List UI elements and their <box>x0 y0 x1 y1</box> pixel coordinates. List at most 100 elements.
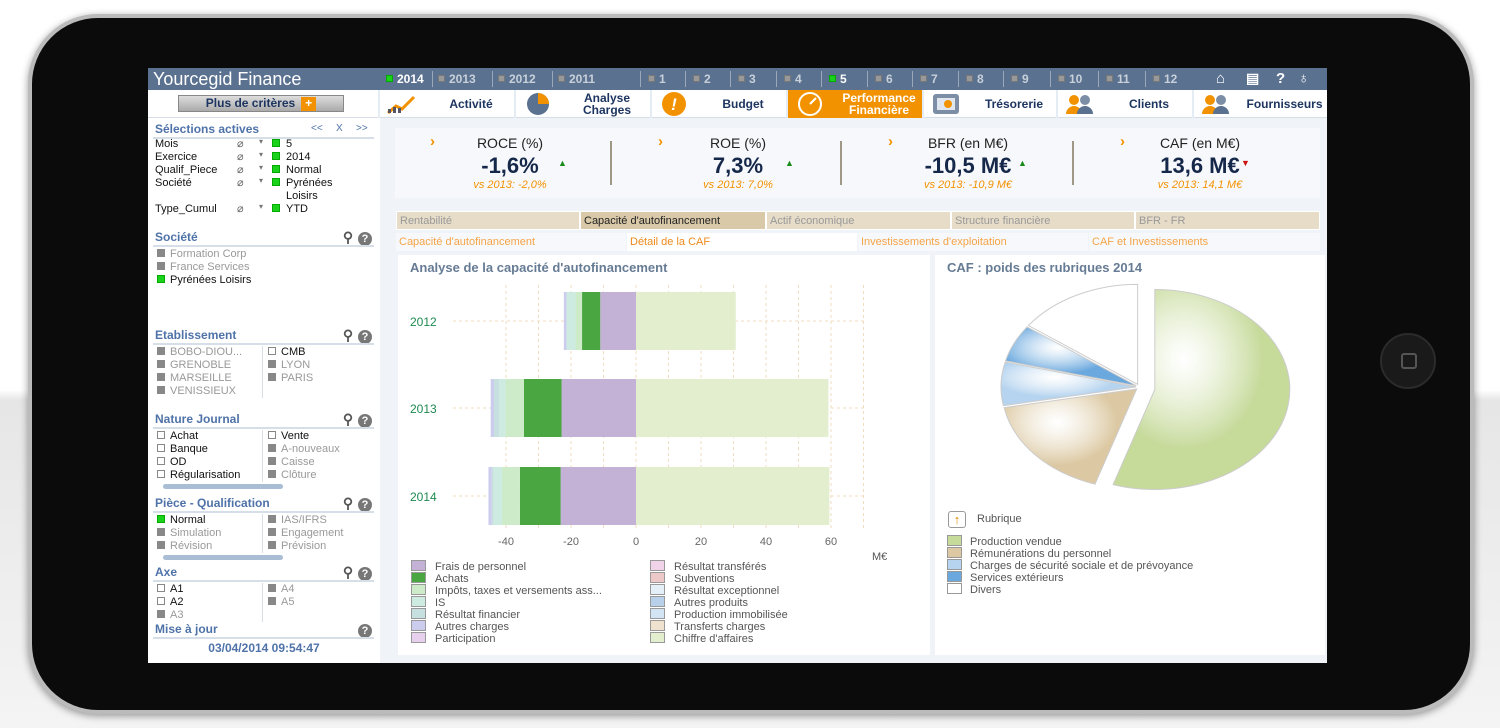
bar-segment[interactable] <box>490 379 494 437</box>
bar-segment[interactable] <box>493 467 503 525</box>
bar-segment[interactable] <box>561 379 636 437</box>
month-2[interactable]: 2 <box>693 72 711 86</box>
eraser-icon[interactable]: ⌀ <box>237 176 244 189</box>
nav-tab-activité[interactable]: Activité <box>378 90 514 118</box>
filter-item[interactable]: Normal <box>157 514 205 526</box>
eraser-icon[interactable]: ⌀ <box>237 202 244 215</box>
subtab-2[interactable]: Investissements d'exploitation <box>858 233 1088 251</box>
filter-item[interactable]: Prévision <box>268 540 326 552</box>
year-2011[interactable]: 2011 <box>558 72 595 86</box>
home-icon[interactable]: ⌂ <box>1216 70 1225 87</box>
scrollbar-thumb[interactable] <box>163 484 283 489</box>
dropdown-icon[interactable]: ▾ <box>259 163 263 172</box>
month-11[interactable]: 11 <box>1106 72 1130 86</box>
dropdown-icon[interactable]: ▾ <box>259 176 263 185</box>
eraser-icon[interactable]: ⌀ <box>237 163 244 176</box>
filter-item[interactable]: BOBO-DIOU... <box>157 346 242 358</box>
filter-item[interactable]: Clôture <box>268 469 316 481</box>
month-3[interactable]: 3 <box>738 72 756 86</box>
kpi-card[interactable]: › BFR (en M€) -10,5 M€ ▲ vs 2013: -10,9 M€ <box>853 128 1083 198</box>
document-icon[interactable]: ▤ <box>1246 70 1259 87</box>
month-12[interactable]: 12 <box>1153 72 1177 86</box>
tab-0[interactable]: Rentabilité <box>396 211 580 230</box>
month-7[interactable]: 7 <box>920 72 938 86</box>
subtab-0[interactable]: Capacité d'autofinancement <box>396 233 626 251</box>
filter-item[interactable]: VENISSIEUX <box>157 385 236 397</box>
bar-segment[interactable] <box>560 467 636 525</box>
bar-segment[interactable] <box>566 292 576 350</box>
tab-2[interactable]: Actif économique <box>766 211 951 230</box>
filter-item[interactable]: Formation Corp <box>157 248 246 260</box>
dropdown-icon[interactable]: ▾ <box>259 202 263 211</box>
filter-item[interactable]: Caisse <box>268 456 315 468</box>
nav-tab-fournisseurs[interactable]: Fournisseurs <box>1192 90 1327 118</box>
filter-item[interactable]: LYON <box>268 359 310 371</box>
bar-segment[interactable] <box>563 292 567 350</box>
subtab-1[interactable]: Détail de la CAF <box>627 233 857 251</box>
tablet-home-button[interactable] <box>1380 333 1436 389</box>
filter-item[interactable]: A1 <box>157 583 183 595</box>
dropdown-icon[interactable]: ▾ <box>259 150 263 159</box>
bar-segment[interactable] <box>519 467 561 525</box>
filter-item[interactable]: A3 <box>157 609 183 621</box>
filter-item[interactable]: A4 <box>268 583 294 595</box>
help-icon[interactable]: ? <box>358 232 372 246</box>
eraser-icon[interactable]: ⌀ <box>237 150 244 163</box>
filter-item[interactable]: Révision <box>157 540 212 552</box>
bar-segment[interactable] <box>636 467 830 525</box>
filter-item[interactable]: OD <box>157 456 187 468</box>
filter-item[interactable]: GRENOBLE <box>157 359 231 371</box>
drill-up-icon[interactable]: ↑ <box>948 511 966 528</box>
filter-item[interactable]: Vente <box>268 430 309 442</box>
filter-item[interactable]: Banque <box>157 443 208 455</box>
tab-3[interactable]: Structure financière <box>951 211 1135 230</box>
month-6[interactable]: 6 <box>875 72 893 86</box>
nav-tab-trésorerie[interactable]: Trésorerie <box>922 90 1056 118</box>
horizontal-scrollbar[interactable] <box>155 484 373 489</box>
filter-item[interactable]: Régularisation <box>157 469 240 481</box>
nav-tab-budget[interactable]: ! Budget <box>650 90 786 118</box>
month-9[interactable]: 9 <box>1011 72 1029 86</box>
pie-slice[interactable] <box>1003 388 1138 485</box>
filter-item[interactable]: Pyrénées Loisirs <box>157 274 251 286</box>
month-5[interactable]: 5 <box>829 72 847 86</box>
filter-item[interactable]: A2 <box>157 596 183 608</box>
filter-item[interactable]: IAS/IFRS <box>268 514 327 526</box>
selections-next-button[interactable]: >> <box>356 123 368 134</box>
month-8[interactable]: 8 <box>966 72 984 86</box>
bar-segment[interactable] <box>636 292 736 350</box>
eraser-icon[interactable]: ⌀ <box>237 137 244 150</box>
help-icon[interactable]: ? <box>358 624 372 638</box>
scrollbar-thumb[interactable] <box>163 555 283 560</box>
nav-tab-performance-financière[interactable]: Performance Financière <box>786 90 922 118</box>
help-icon[interactable]: ? <box>358 330 372 344</box>
filter-item[interactable]: A-nouveaux <box>268 443 340 455</box>
help-icon[interactable]: ? <box>1276 70 1285 87</box>
search-icon[interactable]: ⚲ <box>341 328 355 342</box>
bar-segment[interactable] <box>636 379 829 437</box>
kpi-card[interactable]: › ROE (%) 7,3% ▲ vs 2013: 7,0% <box>623 128 853 198</box>
help-icon[interactable]: ? <box>358 414 372 428</box>
nav-tab-analyse-charges[interactable]: Analyse Charges <box>514 90 650 118</box>
bar-segment[interactable] <box>600 292 636 350</box>
search-icon[interactable]: ⚲ <box>341 565 355 579</box>
bar-segment[interactable] <box>491 467 494 525</box>
kpi-card[interactable]: › ROCE (%) -1,6% ▲ vs 2013: -2,0% <box>395 128 625 198</box>
bar-segment[interactable] <box>502 467 520 525</box>
bar-segment[interactable] <box>582 292 601 350</box>
bar-segment[interactable] <box>493 379 500 437</box>
plus-criteres-button[interactable]: Plus de critères + <box>178 95 344 112</box>
help-icon[interactable]: ? <box>358 567 372 581</box>
lightbulb-icon[interactable]: ♁ <box>1298 70 1309 87</box>
bar-segment[interactable] <box>505 379 524 437</box>
filter-item[interactable]: Simulation <box>157 527 221 539</box>
nav-tab-clients[interactable]: Clients <box>1056 90 1192 118</box>
kpi-card[interactable]: › CAF (en M€) 13,6 M€ ▼ vs 2013: 14,1 M€ <box>1085 128 1315 198</box>
selections-prev-button[interactable]: << <box>311 123 323 134</box>
year-2014[interactable]: 2014 <box>386 72 424 86</box>
month-1[interactable]: 1 <box>648 72 666 86</box>
filter-item[interactable]: MARSEILLE <box>157 372 232 384</box>
tab-4[interactable]: BFR - FR <box>1135 211 1320 230</box>
year-2012[interactable]: 2012 <box>498 72 536 86</box>
month-10[interactable]: 10 <box>1058 72 1082 86</box>
